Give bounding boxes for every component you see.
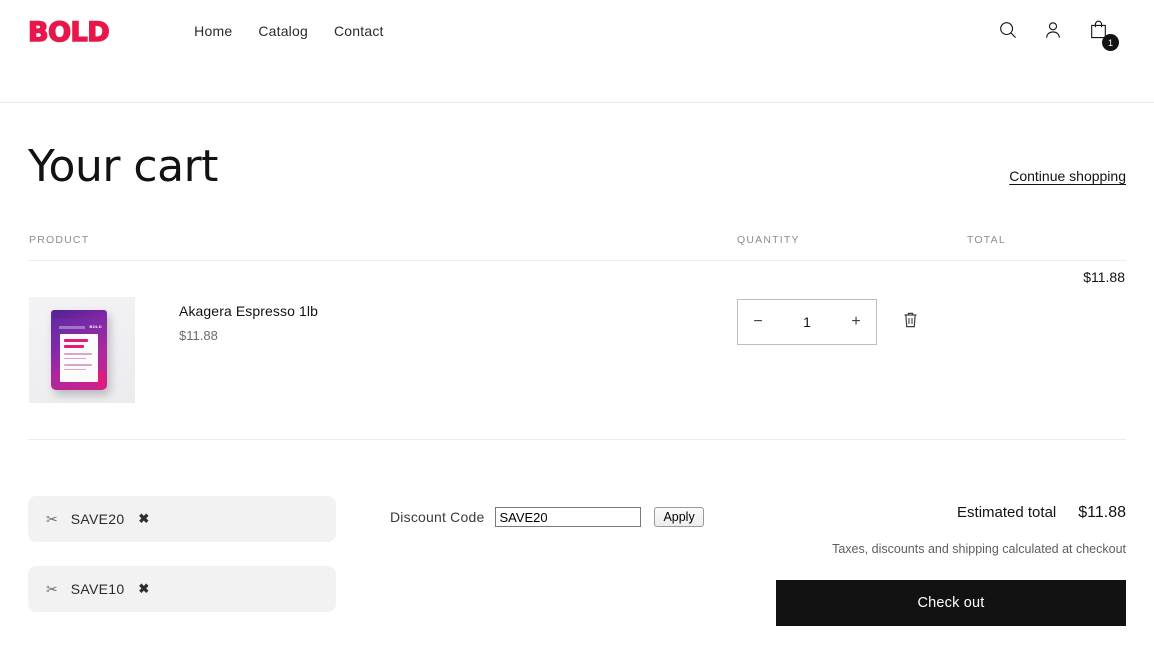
cart-table: PRODUCT QUANTITY TOTAL BOLD Akagera Espr… — [28, 233, 1126, 441]
discount-code-label: Discount Code — [390, 509, 485, 526]
search-icon — [998, 20, 1018, 43]
cart-summary: Estimated total $11.88 Taxes, discounts … — [776, 496, 1126, 627]
nav-item-home[interactable]: Home — [194, 23, 232, 39]
cart-header-row: Your cart Continue shopping — [28, 103, 1126, 191]
apply-discount-button[interactable]: Apply — [654, 507, 704, 528]
remove-discount-icon[interactable]: ✖ — [138, 581, 149, 597]
discount-chip-save20[interactable]: ✂ SAVE20 ✖ — [28, 496, 336, 543]
discount-chip-save10[interactable]: ✂ SAVE10 ✖ — [28, 566, 336, 613]
cart-item-line-total: $11.88 — [966, 260, 1126, 441]
cart-table-header-row: PRODUCT QUANTITY TOTAL — [28, 233, 1126, 262]
page-title: Your cart — [28, 141, 218, 192]
cart-button[interactable]: 1 — [1086, 19, 1119, 51]
account-button[interactable] — [1041, 19, 1065, 43]
header-actions: 1 — [996, 19, 1130, 51]
continue-shopping-link[interactable]: Continue shopping — [1009, 168, 1126, 184]
checkout-button[interactable]: Check out — [776, 580, 1126, 627]
quantity-decrease-button[interactable]: − — [738, 300, 778, 344]
user-icon — [1043, 20, 1063, 43]
applied-discount-codes: ✂ SAVE20 ✖ ✂ SAVE10 ✖ — [28, 496, 336, 636]
tax-note: Taxes, discounts and shipping calculated… — [832, 542, 1126, 557]
cart-item-product-cell: BOLD Akagera Espresso 1lb $11.88 — [28, 260, 736, 441]
discount-code-input[interactable] — [495, 507, 642, 528]
product-thumbnail[interactable]: BOLD — [29, 297, 135, 404]
product-title[interactable]: Akagera Espresso 1lb — [179, 303, 318, 319]
search-button[interactable] — [996, 19, 1020, 43]
discount-code-form: Discount Code Apply — [336, 496, 776, 528]
column-header-quantity: QUANTITY — [736, 233, 966, 262]
cart-item-quantity-cell: − 1 + — [736, 260, 966, 441]
nav-item-catalog[interactable]: Catalog — [258, 23, 308, 39]
cart-count-badge: 1 — [1102, 34, 1119, 51]
coffee-bag-image: BOLD — [51, 310, 107, 391]
quantity-stepper: − 1 + — [737, 299, 877, 346]
remove-discount-icon[interactable]: ✖ — [138, 511, 149, 527]
site-logo[interactable]: BOLD — [27, 17, 110, 47]
cart-page: Your cart Continue shopping PRODUCT QUAN… — [0, 103, 1154, 636]
nav-item-contact[interactable]: Contact — [334, 23, 384, 39]
quantity-increase-button[interactable]: + — [836, 300, 876, 344]
discount-chip-code: SAVE10 — [70, 581, 125, 598]
primary-nav: Home Catalog Contact — [194, 23, 383, 39]
scissors-icon: ✂ — [46, 580, 58, 597]
discount-chip-code: SAVE20 — [70, 511, 125, 528]
product-unit-price: $11.88 — [179, 328, 218, 344]
column-header-product: PRODUCT — [28, 233, 736, 262]
cart-footer: ✂ SAVE20 ✖ ✂ SAVE10 ✖ Discount Code Appl… — [28, 496, 1126, 636]
trash-icon — [903, 313, 918, 331]
site-header: BOLD Home Catalog Contact 1 — [0, 0, 1154, 103]
column-header-total: TOTAL — [966, 233, 1126, 262]
estimated-total-value: $11.88 — [1078, 504, 1126, 522]
remove-item-button[interactable] — [903, 311, 918, 328]
table-row: BOLD Akagera Espresso 1lb $11.88 − 1 + $… — [28, 260, 1126, 441]
estimated-total-label: Estimated total — [957, 504, 1057, 522]
scissors-icon: ✂ — [46, 510, 58, 527]
quantity-value[interactable]: 1 — [778, 314, 836, 330]
